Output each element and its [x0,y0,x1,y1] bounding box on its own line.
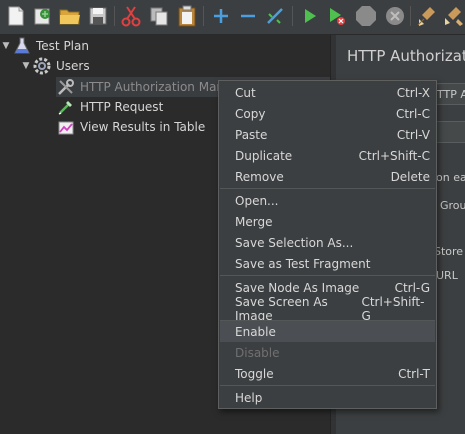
comments-field[interactable] [436,121,465,143]
tree-label: HTTP Request [80,100,164,114]
expand-icon[interactable] [210,5,232,27]
stop-icon[interactable] [355,5,377,27]
open-icon[interactable] [59,5,81,27]
tree-node-test-plan[interactable]: ▼ Test Plan [0,36,89,56]
tree-label: Test Plan [36,39,89,53]
panel-title: HTTP Authorizatio [347,47,465,65]
flask-icon [12,36,32,56]
tree-node-users[interactable]: ▼ Users [20,56,90,76]
tree-label: HTTP Authorization Mana [80,80,232,94]
tree-node-http-request[interactable]: HTTP Request [56,97,163,117]
context-menu: Cut Ctrl-X Copy Ctrl-C Paste Ctrl-V Dupl… [218,80,437,409]
toolbar [0,0,465,35]
copy-icon[interactable] [148,5,170,27]
shutdown-icon[interactable] [384,5,406,27]
wrench-icon [56,77,76,97]
clear-icon[interactable] [416,5,438,27]
option-fragment: on ea [436,171,465,184]
chevron-down-icon[interactable]: ▼ [0,36,12,56]
menu-item-copy[interactable]: Copy Ctrl-C [220,103,435,124]
menu-item-enable[interactable]: Enable [220,321,435,342]
start-icon[interactable] [299,5,321,27]
toggle-icon[interactable] [264,5,286,27]
cut-icon[interactable] [120,5,142,27]
save-icon[interactable] [87,5,109,27]
column-header-fragment: Store [434,245,464,258]
menu-separator [220,188,435,189]
option-fragment: Grou [440,199,465,212]
name-field-fragment: TTP A [437,88,465,101]
start-no-pauses-icon[interactable] [326,5,348,27]
menu-item-save-selection-as[interactable]: Save Selection As... [220,232,435,253]
menu-item-remove[interactable]: Remove Delete [220,166,435,187]
collapse-icon[interactable] [237,5,259,27]
column-header-fragment: URL [436,269,458,282]
pipette-icon [56,97,76,117]
tree-label: View Results in Table [80,120,206,134]
new-icon[interactable] [5,5,27,27]
paste-icon[interactable] [176,5,198,27]
chevron-down-icon[interactable]: ▼ [20,56,32,76]
clear-all-icon[interactable] [443,5,465,27]
menu-item-toggle[interactable]: Toggle Ctrl-T [220,363,435,384]
menu-separator [220,385,435,386]
menu-item-disable: Disable [235,345,280,360]
menu-item-paste[interactable]: Paste Ctrl-V [220,124,435,145]
menu-item-merge[interactable]: Merge [220,211,435,232]
menu-item-help[interactable]: Help [220,387,435,408]
templates-icon[interactable] [32,5,54,27]
results-icon [56,117,76,137]
menu-separator [220,275,435,276]
menu-item-open[interactable]: Open... [220,190,435,211]
menu-item-save-as-test-fragment[interactable]: Save as Test Fragment [220,253,435,274]
tree-label: Users [56,59,90,73]
menu-item-duplicate[interactable]: Duplicate Ctrl+Shift-C [220,145,435,166]
menu-item-cut[interactable]: Cut Ctrl-X [220,82,435,103]
menu-item-save-screen-as-image[interactable]: Save Screen As Image Ctrl+Shift-G [220,295,435,323]
gear-icon [32,56,52,76]
tree-node-view-results-in-table[interactable]: View Results in Table [56,117,205,137]
